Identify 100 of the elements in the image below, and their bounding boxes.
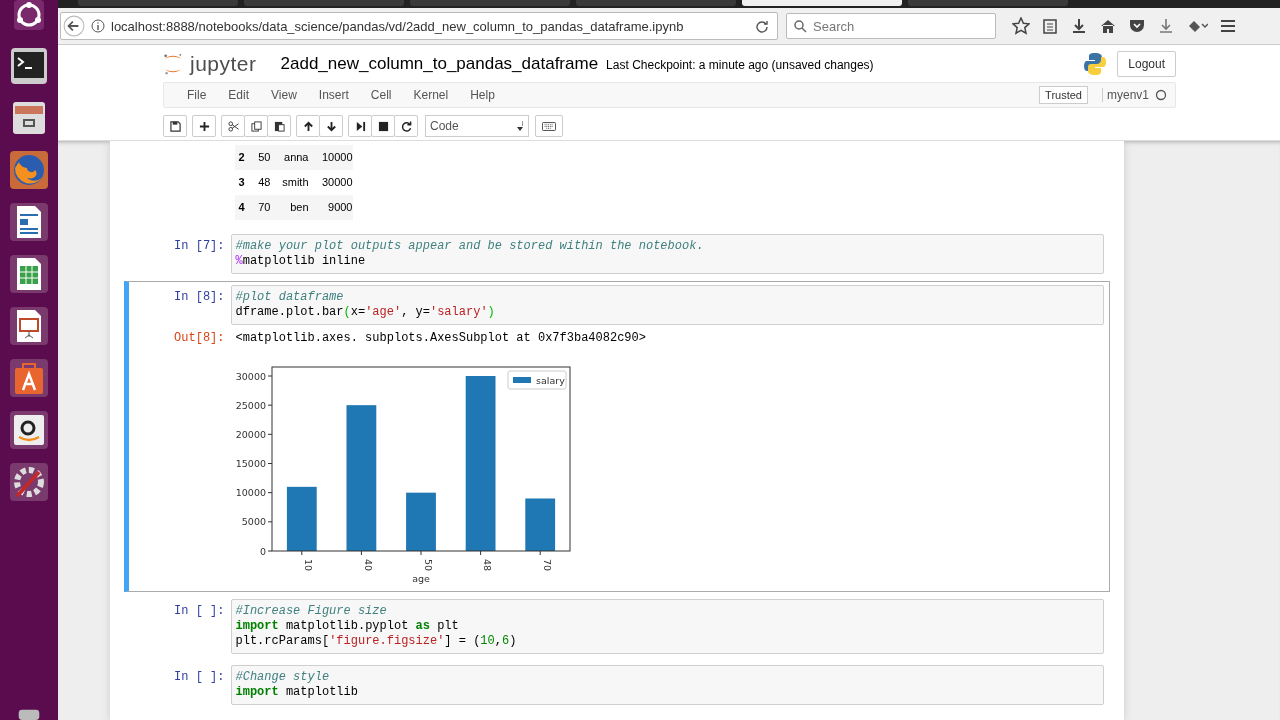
table-cell: ben — [270, 195, 309, 220]
input-prompt: In [ ]: — [173, 669, 226, 686]
notebook-cell[interactable]: In [ ]: #Change style import matplotlib — [123, 661, 1110, 709]
copy-button[interactable] — [244, 115, 268, 137]
restart-icon — [400, 120, 412, 132]
y-tick-label: 15000 — [235, 458, 266, 469]
table-cell: 70 — [244, 195, 271, 220]
code-line: import matplotlib — [235, 685, 359, 700]
document-icon[interactable] — [8, 202, 50, 242]
code-line: #make your plot outputs appear and be stored within the notebook. — [235, 239, 705, 254]
copy-icon — [250, 120, 262, 132]
reading-list-icon[interactable] — [1041, 17, 1059, 35]
menu-item[interactable]: Kernel — [402, 88, 460, 102]
cut-button[interactable] — [221, 115, 245, 137]
code-editor[interactable]: #make your plot outputs appear and be stored within the notebook. %matplotlib inline — [230, 234, 1104, 274]
menu-item[interactable]: Cell — [359, 88, 403, 102]
caret-icon — [516, 120, 524, 132]
x-axis-tick: 40 — [360, 550, 374, 572]
menu-icon[interactable] — [1219, 17, 1237, 35]
notebook-title[interactable]: 2add_new_column_to_pandas_dataframe — [280, 53, 599, 74]
code-line: import matplotlib.pyplot as plt — [235, 619, 460, 634]
ubuntu-logo-icon[interactable] — [14, 0, 44, 30]
y-axis-tick: 10000 — [235, 487, 272, 499]
move-down-button[interactable] — [319, 115, 343, 137]
x-tick-label: 70 — [541, 559, 553, 572]
code-line: %matplotlib inline — [235, 254, 367, 269]
y-tick-label: 0 — [259, 545, 266, 557]
logout-button[interactable]: Logout — [1117, 50, 1176, 77]
input-prompt: In [ ]: — [173, 603, 226, 620]
browser-globe-icon[interactable] — [8, 150, 50, 190]
kernel-name[interactable]: myenv1 — [1101, 88, 1149, 102]
paste-button[interactable] — [267, 115, 291, 137]
download-icon[interactable] — [1070, 17, 1088, 35]
x-axis-tick: 10 — [300, 550, 314, 572]
stop-button[interactable] — [371, 115, 395, 137]
checkpoint-status: Last Checkpoint: a minute ago (unsaved changes) — [606, 58, 874, 72]
y-tick-label: 25000 — [235, 399, 266, 411]
y-tick-label: 10000 — [235, 487, 266, 499]
table-cell-text: 48 — [257, 175, 271, 190]
run-button[interactable] — [348, 115, 372, 137]
code-line: #Change style — [235, 670, 331, 685]
bar — [524, 498, 555, 551]
y-tick-label: 20000 — [235, 428, 266, 440]
table-cell: 10000 — [308, 145, 353, 170]
code-editor[interactable]: #Change style import matplotlib — [230, 665, 1104, 705]
menu-item[interactable]: Help — [459, 88, 506, 102]
search-field[interactable]: Search — [786, 13, 996, 39]
settings-icon[interactable] — [8, 462, 50, 502]
y-axis-tick: 25000 — [235, 399, 272, 411]
url-text: localhost:8888/notebooks/data_science/pandas/vd/2add_new_column_to_pandas_dataframe.ipynb — [111, 18, 685, 34]
notebook-cell[interactable]: In [7]: #make your plot outputs appear and be stored within the notebook. %matplotlib inline — [123, 230, 1110, 278]
scissors-icon — [227, 120, 239, 132]
plus-icon — [198, 120, 210, 132]
terminal-icon[interactable] — [8, 46, 50, 86]
keyboard-button[interactable] — [535, 115, 563, 137]
notebook-cell[interactable]: In [8]: #plot dataframe dframe.plot.bar(x='age', y='salary') Out[8]: <matplotlib.axes. subplots.AxesSubplot at 0x7f3ba4082c90> 0 5000 10000 15000 20000 25000 30000 10 40 50 48 70 age salary — [123, 281, 1110, 592]
output-text: <matplotlib.axes. subplots.AxesSubplot at 0x7f3ba4082c90> — [235, 331, 646, 345]
presentation-icon[interactable] — [8, 306, 50, 346]
reload-icon[interactable] — [755, 19, 769, 33]
address-bar[interactable]: localhost:8888/notebooks/data_science/pandas/vd/2add_new_column_to_pandas_dataframe.ipynb — [60, 12, 778, 40]
shield-icon[interactable] — [1128, 17, 1146, 35]
y-axis-tick: 20000 — [235, 428, 272, 440]
menu-item[interactable]: File — [176, 88, 218, 102]
restart-button[interactable] — [394, 115, 418, 137]
menu-item[interactable]: Edit — [217, 88, 261, 102]
add-cell-button[interactable] — [192, 115, 216, 137]
bar — [286, 486, 317, 551]
x-axis-tick: 70 — [539, 550, 553, 572]
cell-type-dropdown[interactable]: Code — [425, 115, 529, 137]
x-axis-tick: 50 — [420, 550, 433, 572]
code-editor[interactable]: #Increase Figure size import matplotlib.pyplot as plt plt.rcParams['figure.figsize'] = (10,6) — [230, 599, 1104, 654]
code-line: plt.rcParams['figure.figsize'] = (10,6) — [235, 634, 518, 649]
x-axis-tick: 48 — [479, 550, 493, 572]
kernel-idle-icon — [1155, 89, 1167, 101]
save-button[interactable] — [163, 115, 187, 137]
row-index: 2 — [234, 145, 245, 170]
row-index: 3 — [237, 175, 245, 190]
menu-item[interactable]: Insert — [307, 88, 360, 102]
trusted-indicator[interactable]: Trusted — [1039, 86, 1088, 104]
back-icon[interactable] — [63, 15, 85, 37]
home-icon[interactable] — [1099, 17, 1117, 35]
x-tick-label: 48 — [481, 559, 493, 572]
arrow-down-icon — [325, 120, 337, 132]
move-up-button[interactable] — [296, 115, 320, 137]
menu-item[interactable]: View — [260, 88, 308, 102]
x-tick-label: 40 — [362, 559, 374, 572]
info-icon[interactable] — [91, 19, 105, 33]
table-cell: 50 — [244, 145, 271, 170]
y-tick-label: 30000 — [235, 370, 266, 382]
spreadsheet-icon[interactable] — [8, 254, 50, 294]
python-logo-icon — [1083, 51, 1108, 76]
notebook-cell[interactable]: In [ ]: #Increase Figure size import matplotlib.pyplot as plt plt.rcParams['figure.figsize'] = (10,6) — [123, 595, 1110, 658]
arrow-up-icon — [302, 120, 314, 132]
code-line: #plot dataframe — [235, 290, 345, 305]
y-axis-tick: 15000 — [235, 458, 272, 469]
download-icon[interactable] — [1157, 17, 1175, 35]
star-icon[interactable] — [1012, 17, 1030, 35]
code-editor[interactable]: #plot dataframe dframe.plot.bar(x='age', y='salary') — [230, 285, 1104, 325]
code-line: #Increase Figure size — [235, 604, 388, 619]
shopping-bag-icon[interactable] — [8, 358, 50, 398]
